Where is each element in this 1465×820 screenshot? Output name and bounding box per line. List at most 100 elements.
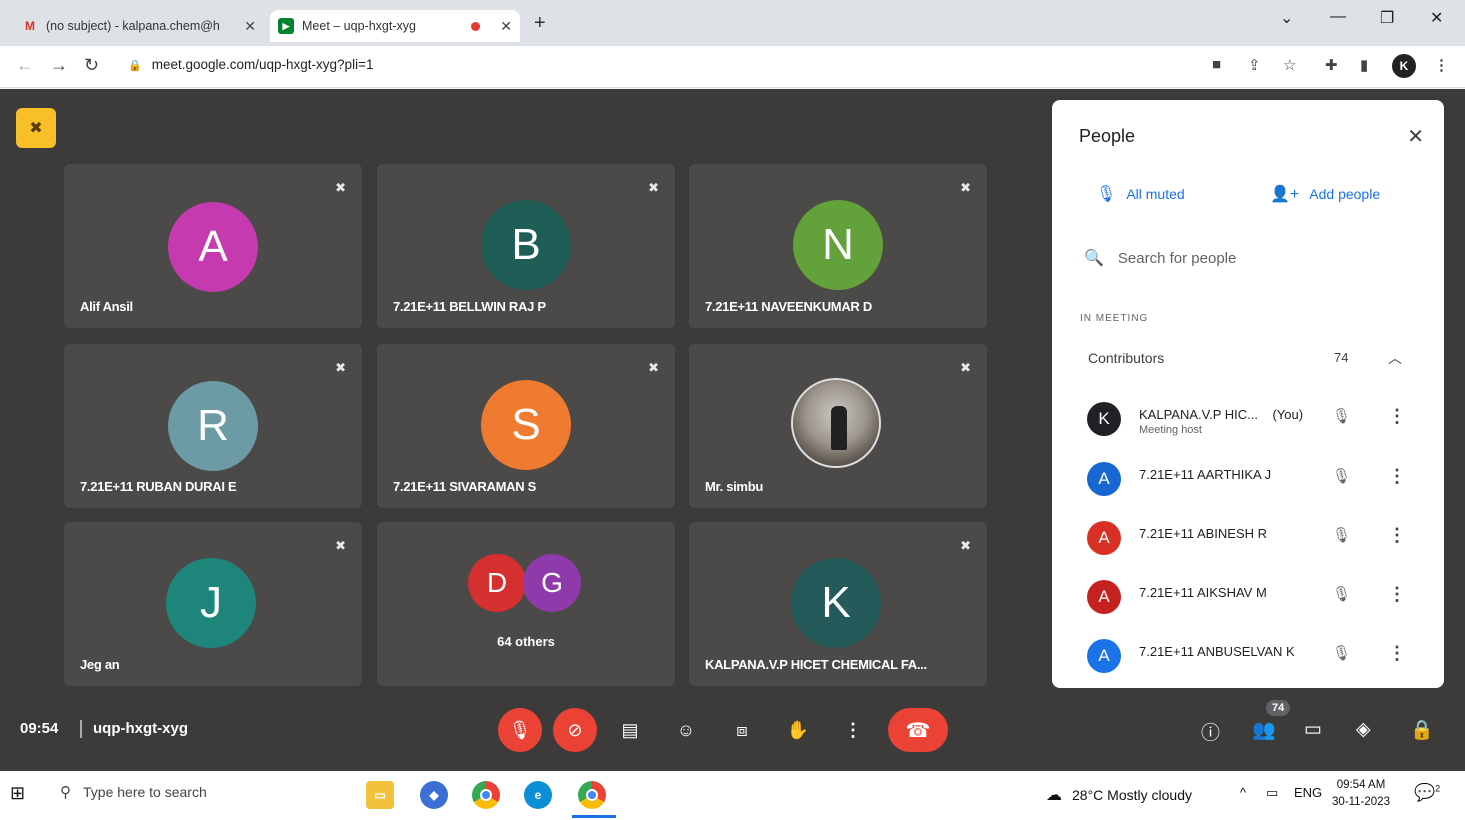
app-icon[interactable]: ◆ [420,781,448,809]
restore-button[interactable]: ❐ [1380,8,1394,28]
meeting-time: 09:54 [20,720,59,737]
participant-tile[interactable]: J Jeg an ✖ [64,522,362,686]
recording-icon [471,21,480,31]
participant-row[interactable]: A 7.21E+11 AIKSHAV M 🎙 ⋮ [1052,570,1444,626]
participant-count-badge: 74 [1266,700,1291,716]
windows-taskbar: ⊞ ⚲ Type here to search ▭ ◆ e ☁ 28°C Mos… [0,771,1465,820]
chrome-icon[interactable] [472,781,500,809]
profile-avatar[interactable]: K [1392,54,1416,78]
more-vert-icon[interactable]: ⋮ [1388,406,1406,427]
participant-name: 7.21E+11 RUBAN DURAI E [80,479,237,494]
group-label[interactable]: Contributors [1088,350,1164,366]
tab-gmail[interactable]: M (no subject) - kalpana.chem@h ✕ [16,10,264,42]
active-app-indicator [572,815,616,818]
reactions-button[interactable]: ☺ [664,708,708,752]
chevron-up-icon[interactable]: ︿ [1388,348,1402,368]
activities-icon[interactable]: ◈ [1356,718,1371,741]
captions-button[interactable]: ▤ [608,708,652,752]
others-label: 64 others [497,634,555,649]
tab-label: (no subject) - kalpana.chem@h [46,19,220,33]
panel-title: People [1079,126,1136,146]
menu-icon[interactable]: ⋮ [1434,56,1449,74]
participant-name: Mr. simbu [705,479,763,494]
present-button[interactable]: ⧈ [720,708,764,752]
back-icon[interactable]: ← [16,55,34,76]
search-people-input[interactable]: 🔍 Search for people [1084,248,1236,268]
close-icon[interactable]: ✕ [244,18,256,35]
close-icon[interactable]: ✕ [1407,124,1424,149]
mic-off-icon: 🎙 [1332,468,1352,485]
raise-hand-button[interactable]: ✋ [776,708,820,752]
file-explorer-icon[interactable]: ▭ [366,781,394,809]
battery-icon[interactable]: ▭ [1266,785,1278,801]
participant-row[interactable]: K KALPANA.V.P HIC... (You) Meeting host … [1052,392,1444,448]
chrome-icon[interactable] [578,781,606,809]
host-controls-icon[interactable]: 🔒 [1410,718,1434,742]
participant-name: 7.21E+11 SIVARAMAN S [393,479,536,494]
weather-widget[interactable]: ☁ 28°C Mostly cloudy [1046,785,1192,805]
participant-tile[interactable]: Mr. simbu ✖ [689,344,987,508]
tab-search-icon[interactable]: ⌄ [1280,8,1293,28]
minimize-button[interactable]: — [1330,8,1346,26]
chat-icon[interactable]: ▭ [1304,718,1322,741]
meet-icon: ▶ [278,18,294,34]
share-icon[interactable]: ⇪ [1248,56,1261,74]
participant-tile[interactable]: A Alif Ansil ✖ [64,164,362,328]
participant-tile[interactable]: R 7.21E+11 RUBAN DURAI E ✖ [64,344,362,508]
people-icon[interactable]: 👥 [1252,718,1276,742]
participant-row[interactable]: A 7.21E+11 ANBUSELVAN K 🎙 ⋮ [1052,629,1444,685]
more-vert-icon[interactable]: ⋮ [1388,584,1406,605]
participant-avatar: A [168,202,258,292]
star-icon[interactable]: ☆ [1283,56,1296,74]
camera-icon[interactable]: ■ [1212,56,1221,73]
mic-off-icon: 🎙 [1332,645,1352,662]
tab-meet[interactable]: ▶ Meet – uqp-hxgt-xyg ✕ [270,10,520,42]
notification-icon[interactable]: 💬2 [1414,783,1440,803]
forward-icon[interactable]: → [50,55,68,76]
more-options-button[interactable]: ⋮ [831,708,875,752]
windows-start-icon[interactable]: ⊞ [10,783,25,804]
reload-icon[interactable]: ↻ [84,55,99,76]
present-icon: ⧈ [736,719,748,740]
search-icon: ⚲ [60,784,71,801]
extensions-icon[interactable]: ✚ [1325,56,1338,74]
add-people-button[interactable]: 👤+ Add people [1270,184,1380,204]
edge-icon[interactable]: e [524,781,552,809]
meeting-details-icon[interactable]: ⓘ [1201,718,1220,745]
chevron-up-icon[interactable]: ^ [1240,785,1246,800]
taskbar-clock[interactable]: 09:54 AM 30-11-2023 [1332,777,1390,811]
participant-tile[interactable]: B 7.21E+11 BELLWIN RAJ P ✖ [377,164,675,328]
participant-tile[interactable]: N 7.21E+11 NAVEENKUMAR D ✖ [689,164,987,328]
close-icon[interactable]: ✕ [500,18,512,35]
section-heading: IN MEETING [1080,313,1149,324]
more-vert-icon[interactable]: ⋮ [1388,643,1406,664]
mic-toggle-button[interactable]: 🎙 [498,708,542,752]
participant-tile[interactable]: S 7.21E+11 SIVARAMAN S ✖ [377,344,675,508]
emoji-icon: ☺ [676,719,696,740]
others-tile[interactable]: D G 64 others [377,522,675,686]
camera-off-icon: ✖ [16,108,56,148]
participant-name: Alif Ansil [80,299,133,314]
leave-call-button[interactable]: ☎ [888,708,948,752]
participant-tile[interactable]: K KALPANA.V.P HICET CHEMICAL FA... ✖ [689,522,987,686]
browser-toolbar: ← → ↻ 🔒 meet.google.com/uqp-hxgt-xyg?pli=… [0,46,1465,88]
notification-count: 2 [1435,783,1441,794]
language-indicator[interactable]: ENG [1294,785,1322,800]
side-panel-icon[interactable]: ▮ [1360,56,1368,74]
participant-avatar: A [1087,580,1121,614]
camera-toggle-button[interactable]: ⊘ [553,708,597,752]
close-window-button[interactable]: ✕ [1430,8,1443,28]
participant-avatar: K [791,558,881,648]
more-vert-icon[interactable]: ⋮ [1388,525,1406,546]
more-vert-icon[interactable]: ⋮ [1388,466,1406,487]
address-bar[interactable]: 🔒 meet.google.com/uqp-hxgt-xyg?pli=1 [128,57,373,72]
participant-name: 7.21E+11 ABINESH R [1139,526,1268,541]
tab-label: Meet – uqp-hxgt-xyg [302,19,416,33]
mic-off-icon: 🎙 [508,719,532,740]
participant-row[interactable]: A 7.21E+11 ABINESH R 🎙 ⋮ [1052,511,1444,567]
new-tab-button[interactable]: + [534,12,546,35]
taskbar-search[interactable]: ⚲ Type here to search [60,783,207,801]
participant-row[interactable]: A 7.21E+11 AARTHIKA J 🎙 ⋮ [1052,452,1444,508]
participant-avatar: G [523,554,581,612]
all-muted-button[interactable]: 🎙 All muted [1096,184,1185,204]
